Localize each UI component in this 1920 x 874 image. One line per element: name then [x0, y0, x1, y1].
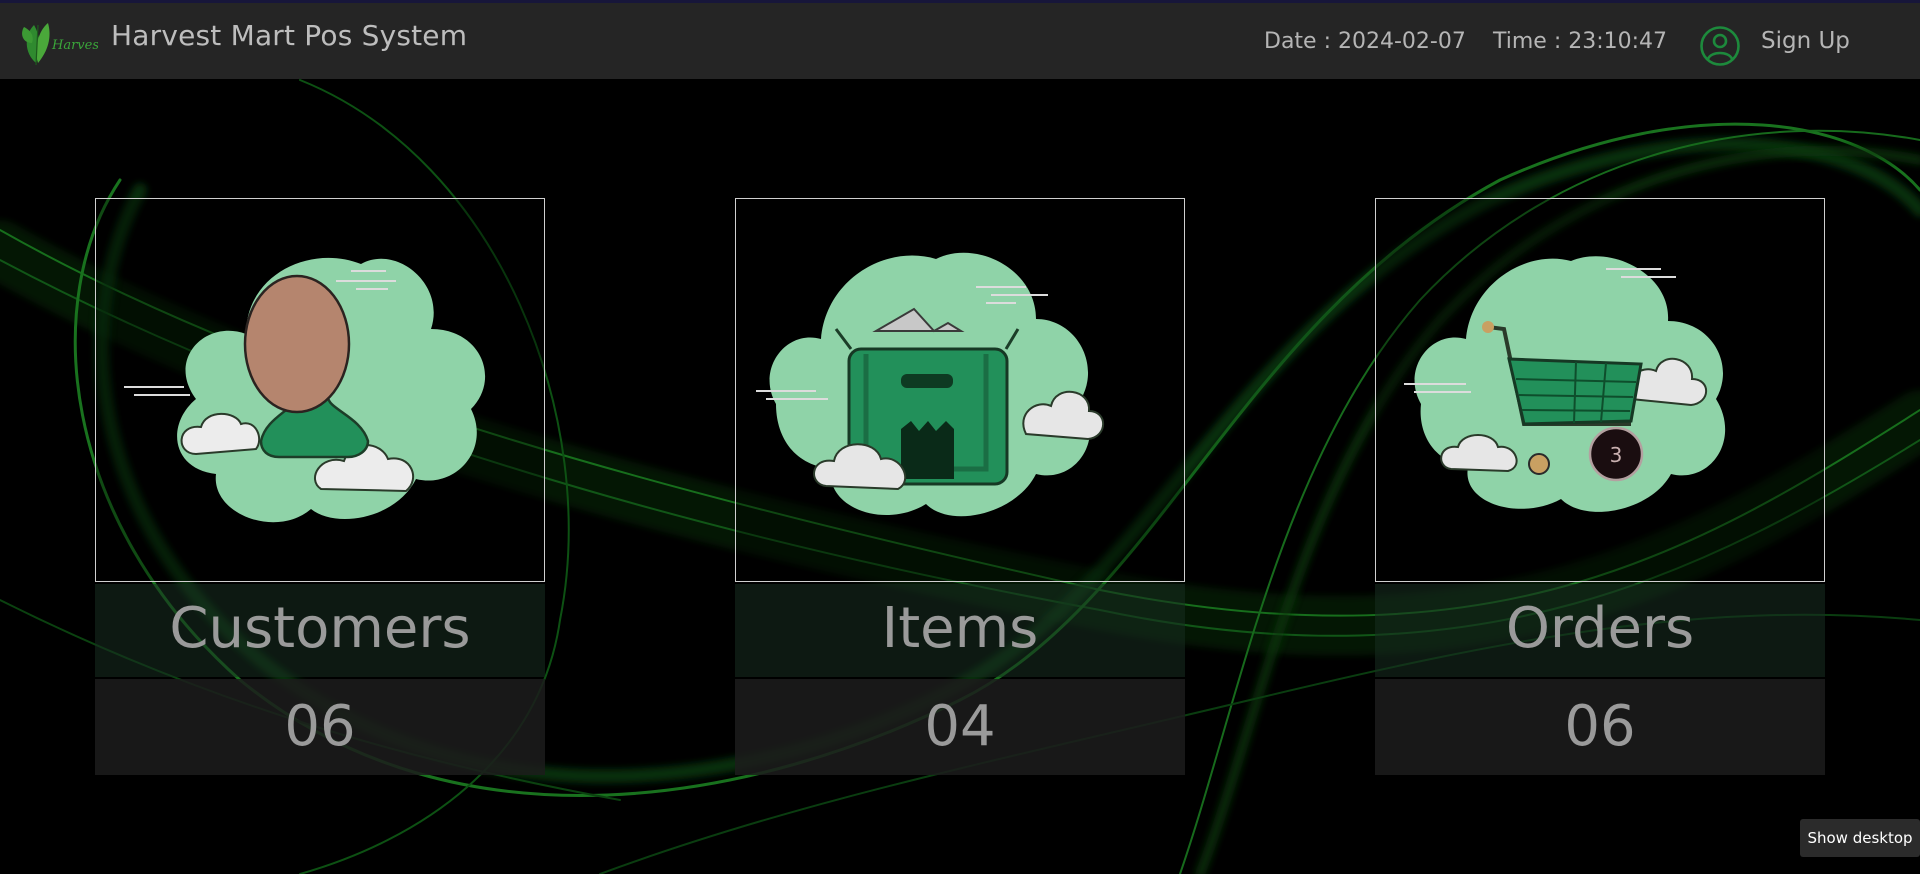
time-display: Time : 23:10:47: [1493, 29, 1668, 54]
customers-image: [95, 198, 545, 582]
customers-label: Customers: [95, 584, 545, 677]
items-image: [735, 198, 1185, 582]
app-title: Harvest Mart Pos System: [111, 19, 468, 52]
customers-card[interactable]: Customers 06: [95, 198, 545, 775]
items-label: Items: [735, 584, 1185, 677]
customer-icon: [124, 257, 486, 523]
item-box-icon: [756, 252, 1104, 517]
orders-image: 3: [1375, 198, 1825, 582]
customers-count: 06: [95, 679, 545, 775]
show-desktop-tooltip: Show desktop: [1800, 819, 1920, 857]
orders-label: Orders: [1375, 584, 1825, 677]
svg-text:Harvest: Harvest: [51, 38, 98, 53]
sign-up-link[interactable]: Sign Up: [1761, 28, 1850, 54]
items-count: 04: [735, 679, 1185, 775]
harvest-logo-icon: Harvest: [22, 23, 98, 66]
items-card[interactable]: Items 04: [735, 198, 1185, 775]
orders-card[interactable]: 3 Orders 06: [1375, 198, 1825, 775]
user-circle-icon[interactable]: [1699, 25, 1741, 67]
date-display: Date : 2024-02-07: [1264, 29, 1466, 54]
orders-count: 06: [1375, 679, 1825, 775]
dashboard: Harvest Harvest Mart Pos System Date : 2…: [0, 0, 1920, 874]
shopping-cart-icon: 3: [1404, 256, 1726, 512]
navbar: Harvest Harvest Mart Pos System Date : 2…: [0, 3, 1920, 79]
svg-text:3: 3: [1610, 443, 1623, 467]
